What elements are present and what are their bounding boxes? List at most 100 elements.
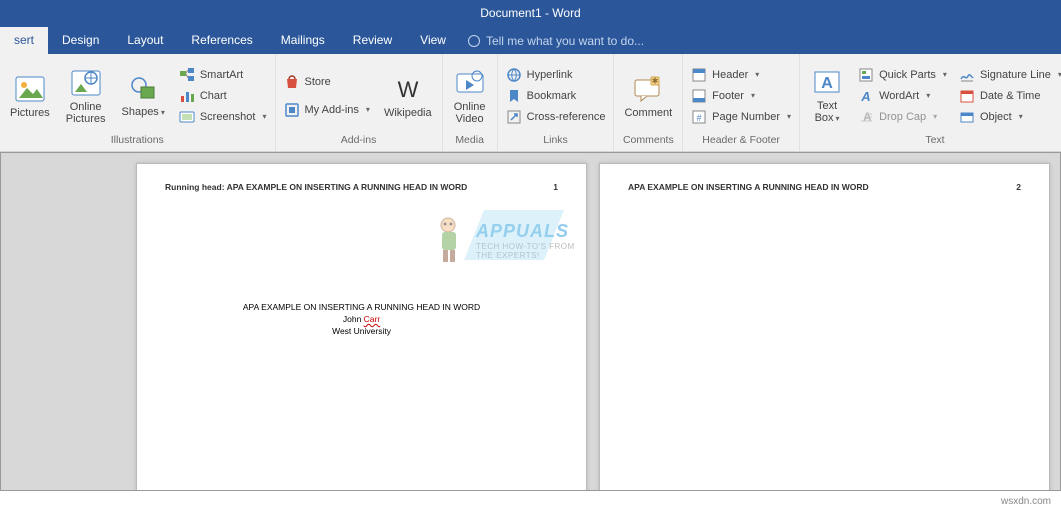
- attribution: wsxdn.com: [1001, 496, 1051, 507]
- group-header-footer: Header▾ Footer▾ # Page Number▾ Header & …: [683, 54, 800, 151]
- group-label-links: Links: [504, 133, 608, 149]
- my-addins-icon: [284, 102, 300, 118]
- group-label-illustrations: Illustrations: [6, 133, 269, 149]
- online-pictures-label: Online Pictures: [66, 101, 106, 125]
- smartart-icon: [179, 67, 195, 83]
- page-2[interactable]: APA EXAMPLE ON INSERTING A RUNNING HEAD …: [599, 163, 1050, 491]
- tab-review[interactable]: Review: [339, 27, 406, 54]
- group-links: Hyperlink Bookmark Cross-reference Links: [498, 54, 615, 151]
- object-icon: [959, 109, 975, 125]
- signature-line-button[interactable]: Signature Line▾: [957, 66, 1061, 84]
- store-button[interactable]: Store: [282, 73, 372, 91]
- svg-text:A: A: [821, 75, 833, 92]
- page-number-button[interactable]: # Page Number▾: [689, 108, 793, 126]
- quick-parts-icon: [858, 67, 874, 83]
- wikipedia-button[interactable]: W Wikipedia: [380, 71, 436, 121]
- lightbulb-icon: [468, 35, 480, 47]
- online-video-icon: [454, 67, 486, 99]
- date-time-button[interactable]: Date & Time: [957, 87, 1061, 105]
- svg-text:#: #: [697, 113, 702, 123]
- text-box-icon: A: [811, 66, 843, 98]
- group-label-text: Text: [806, 133, 1061, 149]
- page-number-1: 1: [553, 182, 558, 192]
- group-label-addins: Add-ins: [282, 133, 436, 149]
- group-label-media: Media: [449, 133, 491, 149]
- page-number-2: 2: [1016, 182, 1021, 192]
- app-title: Document1 - Word: [480, 6, 580, 20]
- online-video-label: Online Video: [454, 101, 486, 125]
- pictures-label: Pictures: [10, 107, 50, 119]
- my-addins-button[interactable]: My Add-ins▾: [282, 101, 372, 119]
- svg-text:A: A: [860, 89, 870, 104]
- chart-button[interactable]: Chart: [177, 87, 269, 105]
- group-comments: ✱ Comment Comments: [614, 54, 683, 151]
- bookmark-button[interactable]: Bookmark: [504, 87, 608, 105]
- comment-label: Comment: [624, 107, 672, 119]
- tab-layout[interactable]: Layout: [113, 27, 177, 54]
- shapes-icon: [127, 72, 159, 104]
- title-bar: Document1 - Word: [0, 0, 1061, 27]
- page-number-icon: #: [691, 109, 707, 125]
- group-media: Online Video Media: [443, 54, 498, 151]
- running-head-1: Running head: APA EXAMPLE ON INSERTING A…: [165, 182, 558, 192]
- tab-references[interactable]: References: [177, 27, 266, 54]
- text-box-button[interactable]: A Text Box▾: [806, 64, 848, 127]
- document-title: APA EXAMPLE ON INSERTING A RUNNING HEAD …: [165, 302, 558, 312]
- footer-icon: [691, 88, 707, 104]
- footer-button[interactable]: Footer▾: [689, 87, 793, 105]
- shapes-label: Shapes▾: [122, 106, 165, 119]
- header-button[interactable]: Header▾: [689, 66, 793, 84]
- cross-reference-icon: [506, 109, 522, 125]
- svg-text:W: W: [397, 77, 418, 101]
- running-head-2: APA EXAMPLE ON INSERTING A RUNNING HEAD …: [628, 182, 1021, 192]
- group-label-comments: Comments: [620, 133, 676, 149]
- tab-design[interactable]: Design: [48, 27, 113, 54]
- pictures-button[interactable]: Pictures: [6, 71, 54, 121]
- online-video-button[interactable]: Online Video: [449, 65, 491, 127]
- cross-reference-button[interactable]: Cross-reference: [504, 108, 608, 126]
- tab-view[interactable]: View: [406, 27, 460, 54]
- text-box-label: Text Box▾: [815, 100, 840, 125]
- hyperlink-button[interactable]: Hyperlink: [504, 66, 608, 84]
- screenshot-button[interactable]: Screenshot▾: [177, 108, 269, 126]
- ribbon: Pictures Online Pictures Shapes▾ SmartAr…: [0, 54, 1061, 152]
- group-addins: Store My Add-ins▾ W Wikipedia Add-ins: [276, 54, 443, 151]
- signature-line-icon: [959, 67, 975, 83]
- svg-text:✱: ✱: [652, 76, 659, 85]
- document-author: John Carr: [165, 314, 558, 324]
- watermark-accent-icon: [464, 210, 564, 265]
- store-icon: [284, 74, 300, 90]
- ribbon-tabs: sert Design Layout References Mailings R…: [0, 27, 1061, 54]
- tab-mailings[interactable]: Mailings: [267, 27, 339, 54]
- object-button[interactable]: Object▾: [957, 108, 1061, 126]
- comment-button[interactable]: ✱ Comment: [620, 71, 676, 121]
- wordart-icon: A: [858, 88, 874, 104]
- pictures-icon: [14, 73, 46, 105]
- document-university: West University: [165, 326, 558, 336]
- online-pictures-icon: [70, 67, 102, 99]
- wikipedia-label: Wikipedia: [384, 107, 432, 119]
- date-time-icon: [959, 88, 975, 104]
- drop-cap-icon: A: [858, 109, 874, 125]
- watermark: APPUALS TECH HOW-TO'S FROM THE EXPERTS!: [430, 215, 575, 265]
- quick-parts-button[interactable]: Quick Parts▾: [856, 66, 949, 84]
- group-text: A Text Box▾ Quick Parts▾ A WordArt▾ A Dr…: [800, 54, 1061, 151]
- bookmark-icon: [506, 88, 522, 104]
- drop-cap-button[interactable]: A Drop Cap▾: [856, 108, 949, 126]
- hyperlink-icon: [506, 67, 522, 83]
- screenshot-icon: [179, 109, 195, 125]
- online-pictures-button[interactable]: Online Pictures: [62, 65, 110, 127]
- comment-icon: ✱: [632, 73, 664, 105]
- wordart-button[interactable]: A WordArt▾: [856, 87, 949, 105]
- tab-insert[interactable]: sert: [0, 27, 48, 54]
- tell-me-placeholder: Tell me what you want to do...: [486, 34, 644, 48]
- document-area[interactable]: Running head: APA EXAMPLE ON INSERTING A…: [0, 152, 1061, 491]
- group-label-header-footer: Header & Footer: [689, 133, 793, 149]
- smartart-button[interactable]: SmartArt: [177, 66, 269, 84]
- tell-me-search[interactable]: Tell me what you want to do...: [460, 34, 644, 48]
- wikipedia-icon: W: [392, 73, 424, 105]
- chart-icon: [179, 88, 195, 104]
- header-icon: [691, 67, 707, 83]
- shapes-button[interactable]: Shapes▾: [118, 70, 169, 121]
- group-illustrations: Pictures Online Pictures Shapes▾ SmartAr…: [0, 54, 276, 151]
